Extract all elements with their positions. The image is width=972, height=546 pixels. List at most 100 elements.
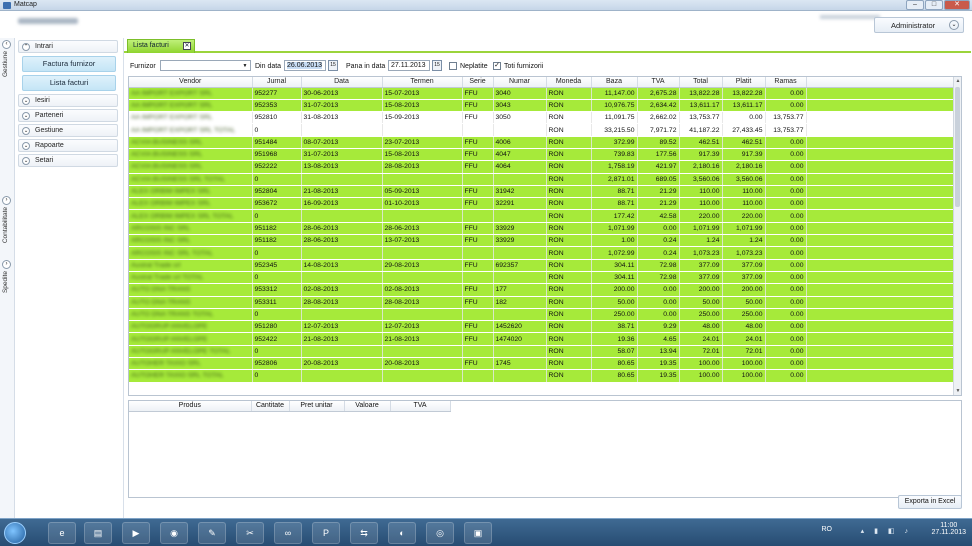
column-header[interactable]: Jurnal: [252, 77, 302, 88]
vendor-name: ACVIA BUSINESS SRL: [131, 138, 203, 146]
furnizor-select[interactable]: ▼: [160, 60, 251, 71]
table-cell: [301, 209, 383, 223]
table-row[interactable]: ACVIA BUSINESS SRL TOTAL 0 RON 2,871.01 689.…: [129, 173, 956, 186]
table-row[interactable]: AUTOGRUP ANVELOPE 952422 21-08-2013 21-08-2…: [129, 332, 956, 346]
matcap-taskbar-icon[interactable]: ▣: [464, 522, 492, 544]
table-cell: 200.00: [679, 283, 723, 297]
table-row[interactable]: AUTOHER TAXIO SRL 952806 20-08-2013 20-08-2…: [129, 357, 956, 371]
table-row[interactable]: ACVIA BUSINESS SRL 951484 08-07-2013 23-07-…: [129, 136, 956, 149]
paint-icon[interactable]: ✎: [198, 522, 226, 544]
side-tab-contabilitate[interactable]: › Contabilitate: [2, 196, 13, 243]
calendar-icon[interactable]: 15: [432, 60, 442, 71]
nav-section-gestiune[interactable]: ⌄ Gestiune: [18, 124, 118, 137]
language-indicator[interactable]: RO: [822, 526, 833, 533]
table-row[interactable]: AA IMPORT EXPORT SRL 952353 31-07-2013 15-0…: [129, 99, 956, 113]
detail-column-header[interactable]: Produs: [129, 401, 252, 412]
visual-studio-icon[interactable]: ∞: [274, 522, 302, 544]
teamviewer-icon[interactable]: ⇆: [350, 522, 378, 544]
nav-section-parteneri[interactable]: ⌄ Parteneri: [18, 109, 118, 122]
powerpoint-icon[interactable]: P: [312, 522, 340, 544]
column-header[interactable]: Ramas: [765, 77, 807, 88]
column-header[interactable]: Data: [301, 77, 383, 88]
calendar-icon[interactable]: 15: [328, 60, 338, 71]
column-header[interactable]: Termen: [382, 77, 463, 88]
tab-lista-facturi[interactable]: Lista facturi ✕: [127, 39, 195, 53]
din-data-input[interactable]: 26.06.2013: [284, 60, 326, 71]
detail-column-header[interactable]: Cantitate: [251, 401, 290, 412]
vendor-name: AA IMPORT EXPORT SRL TOTAL: [131, 126, 236, 134]
table-row[interactable]: AUTO DNA TRANS 953312 02-08-2013 02-08-2013…: [129, 283, 956, 297]
table-row[interactable]: AUTOHER TAXIO SRL TOTAL 0 RON 80.65 19.35 100…: [129, 369, 956, 383]
detail-grid[interactable]: Produs Cantitate Pret unitar Valoare TVA: [128, 400, 962, 498]
column-header[interactable]: Baza: [591, 77, 638, 88]
nav-section-intrari[interactable]: ⌃ Intrari: [18, 40, 118, 53]
toti-furnizorii-checkbox[interactable]: ✓: [493, 62, 501, 70]
table-row[interactable]: AUTO DNA TRANS TOTAL 0 RON 250.00 0.00 250.00…: [129, 308, 956, 322]
table-row[interactable]: ARCOSIS INC SRL 951182 28-06-2013 13-07-201…: [129, 234, 956, 248]
tools-icon[interactable]: ✂: [236, 522, 264, 544]
table-row[interactable]: Austral Trade srl 952345 14-08-2013 29-08-2…: [129, 259, 956, 272]
table-cell: AA IMPORT EXPORT SRL: [129, 87, 253, 100]
chrome-icon[interactable]: ◉: [160, 522, 188, 544]
table-row[interactable]: AA IMPORT EXPORT SRL 952277 30-06-2013 15-0…: [129, 87, 956, 100]
table-row[interactable]: ARCOSIS INC SRL TOTAL 0 RON 1,072.99 0.24 1,0…: [129, 246, 956, 260]
start-button[interactable]: [4, 522, 26, 544]
detail-column-header[interactable]: Pret unitar: [289, 401, 345, 412]
table-row[interactable]: Austral Trade srl TOTAL 0 RON 304.11 72.98 37…: [129, 271, 956, 285]
column-header[interactable]: Vendor: [129, 77, 253, 88]
table-row[interactable]: ARCOSIS INC SRL 951182 28-06-2013 28-06-201…: [129, 222, 956, 236]
maximize-icon[interactable]: □: [925, 0, 943, 10]
table-cell: 33,215.50: [591, 123, 638, 137]
scroll-thumb[interactable]: [955, 87, 960, 207]
explorer-icon[interactable]: ▤: [84, 522, 112, 544]
close-tab-icon[interactable]: ✕: [183, 42, 191, 50]
app-icon-extra[interactable]: ◎: [426, 522, 454, 544]
table-cell: 13,611.17: [722, 99, 766, 113]
pana-data-input[interactable]: 27.11.2013: [388, 60, 430, 71]
table-row[interactable]: AUTOGRUP ANVELOPE TOTAL 0 RON 58.07 13.94 72.…: [129, 345, 956, 359]
vertical-scrollbar[interactable]: ▲ ▼: [953, 77, 961, 395]
table-row[interactable]: AUTO DNA TRANS 953311 28-08-2013 28-08-2013…: [129, 296, 956, 309]
table-cell: 15-08-2013: [382, 99, 463, 113]
ie-icon[interactable]: e: [48, 522, 76, 544]
user-button[interactable]: Administrator ⌄: [874, 17, 964, 33]
invoice-grid[interactable]: Vendor Jurnal Data Termen Serie Numar Moneda Ba…: [128, 76, 962, 396]
column-header[interactable]: Serie: [462, 77, 494, 88]
table-cell: 42.58: [637, 209, 680, 223]
tray-icons[interactable]: ▴ ▮ ◧ ♪: [861, 527, 912, 535]
media-player-icon[interactable]: ▶: [122, 522, 150, 544]
column-header[interactable]: Moneda: [546, 77, 592, 88]
factura-furnizor-button[interactable]: Factura furnizor: [22, 56, 116, 72]
scroll-down-icon[interactable]: ▼: [954, 387, 961, 395]
detail-column-header[interactable]: Valoare: [344, 401, 391, 412]
firefox-icon[interactable]: ◐: [388, 522, 416, 544]
nav-section-rapoarte[interactable]: ⌄ Rapoarte: [18, 139, 118, 152]
close-icon[interactable]: ✕: [944, 0, 970, 10]
table-row[interactable]: ALEX ORBIM IMPEX SRL 952804 21-08-2013 05-0…: [129, 185, 956, 199]
neplatite-checkbox[interactable]: [449, 62, 457, 70]
minimize-icon[interactable]: –: [906, 0, 924, 10]
table-cell: 462.51: [679, 136, 723, 149]
column-header[interactable]: Numar: [493, 77, 547, 88]
detail-column-header[interactable]: TVA: [390, 401, 451, 412]
nav-section-iesiri[interactable]: ⌄ Iesiri: [18, 94, 118, 107]
column-header[interactable]: TVA: [637, 77, 680, 88]
column-header[interactable]: Platit: [722, 77, 766, 88]
table-row[interactable]: ALEX ORBIM IMPEX SRL TOTAL 0 RON 177.42 42.5…: [129, 209, 956, 223]
side-tab-spedite[interactable]: › Spedite: [2, 260, 13, 293]
scroll-up-icon[interactable]: ▲: [954, 77, 961, 85]
clock[interactable]: 11:00 27.11.2013: [931, 522, 966, 536]
table-row[interactable]: AUTOGRUP ANVELOPE 951280 12-07-2013 12-07-2…: [129, 320, 956, 334]
table-row[interactable]: ALEX ORBIM IMPEX SRL 953672 16-09-2013 01-1…: [129, 197, 956, 211]
table-row[interactable]: ACVIA BUSINESS SRL 951968 31-07-2013 15-08-…: [129, 148, 956, 162]
export-excel-button[interactable]: Exporta in Excel: [898, 495, 962, 509]
table-cell: 30-06-2013: [301, 87, 383, 100]
lista-facturi-button[interactable]: Lista facturi: [22, 75, 116, 91]
nav-section-setari[interactable]: ⌄ Setari: [18, 154, 118, 167]
table-cell: RON: [546, 222, 592, 236]
side-tab-gestiune[interactable]: ‹ Gestiune: [2, 40, 13, 77]
table-row[interactable]: AA IMPORT EXPORT SRL TOTAL 0 RON 33,215.50 7…: [129, 123, 956, 137]
table-row[interactable]: ACVIA BUSINESS SRL 952222 13-08-2013 28-08-…: [129, 160, 956, 174]
column-header[interactable]: Total: [679, 77, 723, 88]
table-row[interactable]: AA IMPORT EXPORT SRL 952810 31-08-2013 15-0…: [129, 111, 956, 125]
